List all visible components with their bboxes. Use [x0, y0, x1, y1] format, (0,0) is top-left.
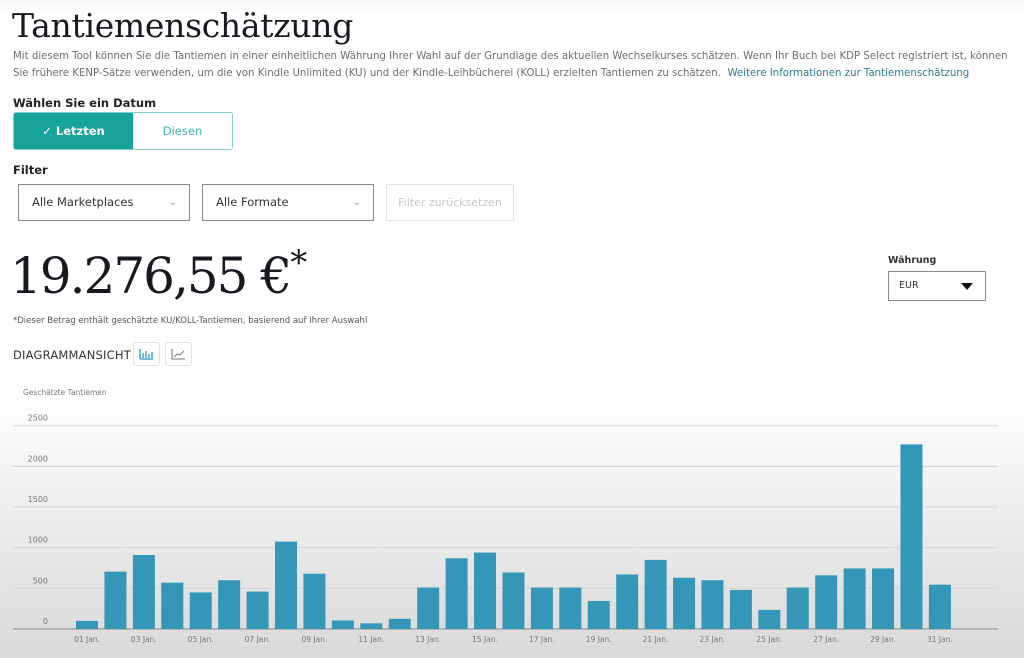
x-tick-label: 01 Jan. [74, 635, 100, 644]
reset-filter-button[interactable]: Filter zurücksetzen [386, 184, 514, 221]
bar-30jan [900, 444, 923, 629]
bar-14jan [445, 558, 468, 629]
x-tick-label: 27 Jan. [813, 635, 839, 644]
currency-select[interactable]: EUR [888, 271, 986, 301]
bar-28jan [843, 568, 866, 629]
format-value: Alle Formate [216, 195, 289, 209]
currency-label: Währung [888, 255, 937, 266]
bar-chart-icon [139, 349, 153, 360]
bar-05jan [189, 592, 212, 629]
bar-18jan [559, 587, 582, 629]
x-tick-label: 29 Jan. [870, 635, 896, 644]
currency-value: EUR [899, 280, 919, 291]
bar-09jan [303, 573, 326, 629]
total-footnote: *Dieser Betrag enthält geschätzte KU/KOL… [13, 316, 368, 326]
bar-21jan [644, 559, 667, 629]
x-tick-label: 15 Jan. [472, 635, 498, 644]
y-tick-label: 500 [33, 576, 48, 585]
chart-view-label: DIAGRAMMANSICHT [13, 348, 131, 362]
bar-16jan [502, 572, 525, 629]
chart-y-axis-title: Geschätzte Tantiemen [23, 388, 107, 397]
x-tick-label: 09 Jan. [302, 635, 328, 644]
bar-19jan [587, 600, 610, 629]
y-tick-label: 2000 [28, 454, 48, 463]
bar-15jan [474, 552, 497, 629]
bar-17jan [530, 587, 553, 629]
caret-down-icon [961, 283, 973, 290]
bar-22jan [673, 577, 696, 629]
total-amount: 19.276,55 €* [10, 243, 307, 305]
y-tick-label: 2500 [28, 414, 48, 423]
y-tick-label: 0 [43, 617, 48, 626]
bar-08jan [275, 541, 298, 629]
bar-04jan [161, 582, 184, 629]
bar-chart-view-button[interactable] [133, 342, 160, 366]
y-tick-label: 1500 [28, 495, 48, 504]
line-chart-view-button[interactable] [165, 342, 192, 366]
bar-31jan [928, 584, 951, 629]
x-tick-label: 25 Jan. [756, 635, 782, 644]
x-tick-label: 11 Jan. [358, 635, 384, 644]
date-select-label: Wählen Sie ein Datum [13, 96, 157, 110]
bar-27jan [815, 575, 838, 629]
x-tick-label: 23 Jan. [700, 635, 726, 644]
chevron-down-icon: ⌄ [352, 197, 361, 208]
bar-10jan [331, 620, 354, 629]
x-tick-label: 07 Jan. [245, 635, 271, 644]
line-chart-icon [171, 349, 185, 360]
royalties-bar-chart: 0 500 1000 1500 2000 2500 01 Jan. 03 Jan. 05 Jan… [13, 414, 998, 644]
bar-25jan [758, 609, 781, 629]
bar-20jan [616, 574, 639, 629]
bar-01jan [76, 620, 98, 629]
bar-24jan [729, 589, 752, 629]
bar-23jan [701, 580, 724, 629]
x-tick-label: 13 Jan. [415, 635, 441, 644]
total-asterisk: * [290, 243, 308, 283]
x-tick-label: 21 Jan. [643, 635, 669, 644]
bar-13jan [417, 587, 440, 629]
bar-03jan [132, 554, 155, 629]
y-tick-label: 1000 [28, 536, 48, 545]
bar-12jan [388, 618, 411, 629]
x-tick-label: 19 Jan. [586, 635, 612, 644]
bar-26jan [786, 587, 809, 629]
x-tick-label: 03 Jan. [131, 635, 157, 644]
date-segmented-control: ✓ Letzten Monat Diesen Monat [13, 112, 233, 150]
last-month-button[interactable]: ✓ Letzten Monat [14, 113, 133, 149]
this-month-button[interactable]: Diesen Monat [133, 113, 232, 149]
format-select[interactable]: Alle Formate ⌄ [202, 184, 374, 221]
filter-label: Filter [13, 163, 48, 177]
marketplace-value: Alle Marketplaces [32, 195, 134, 209]
page-title: Tantiemenschätzung [12, 6, 354, 45]
chevron-down-icon: ⌄ [168, 197, 177, 208]
total-amount-value: 19.276,55 € [10, 247, 292, 305]
x-tick-label: 17 Jan. [529, 635, 555, 644]
bar-07jan [246, 591, 269, 629]
bar-02jan [104, 571, 127, 629]
bar-29jan [872, 568, 895, 629]
bar-11jan [360, 623, 383, 629]
x-tick-label: 31 Jan. [927, 635, 953, 644]
page-description: Mit diesem Tool können Sie die Tantiemen… [13, 48, 1013, 82]
bar-06jan [218, 580, 241, 629]
marketplace-select[interactable]: Alle Marketplaces ⌄ [18, 184, 190, 221]
x-tick-label: 05 Jan. [188, 635, 214, 644]
info-link[interactable]: Weitere Informationen zur Tantiemenschät… [727, 68, 969, 79]
